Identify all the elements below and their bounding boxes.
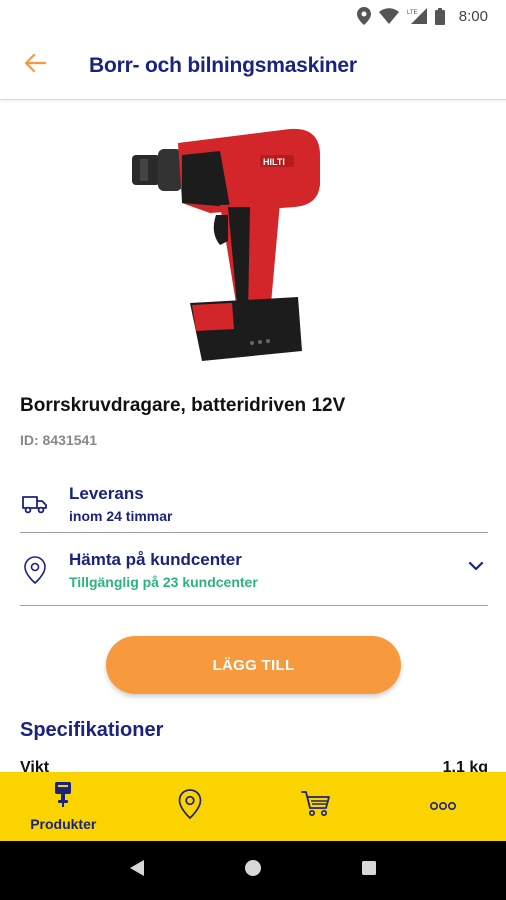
nav-item-cart[interactable] bbox=[253, 772, 380, 841]
pickup-title: Hämta på kundcenter bbox=[69, 549, 242, 569]
battery-icon bbox=[434, 7, 445, 25]
nav-item-locations[interactable] bbox=[127, 772, 254, 841]
pickup-availability: Tillgänglig på 23 kundcenter bbox=[69, 573, 258, 590]
spec-value: 1.1 kg bbox=[442, 759, 488, 772]
location-pin-icon bbox=[178, 789, 202, 824]
nav-label-products: Produkter bbox=[30, 816, 97, 832]
svg-text:HILTI: HILTI bbox=[263, 157, 285, 167]
delivery-title: Leverans bbox=[69, 483, 144, 503]
wifi-icon bbox=[378, 8, 399, 24]
delivery-subtitle: inom 24 timmar bbox=[69, 507, 173, 524]
spec-label: Vikt bbox=[20, 759, 50, 772]
arrow-left-icon bbox=[24, 53, 47, 77]
bottom-nav: Produkter bbox=[0, 772, 506, 841]
svg-text:LTE: LTE bbox=[407, 10, 418, 16]
spec-row: Vikt 1.1 kg bbox=[20, 759, 488, 772]
product-id: ID: 8431541 bbox=[20, 432, 98, 448]
truck-icon bbox=[20, 489, 50, 519]
system-nav-bar bbox=[0, 841, 506, 900]
specifications-heading: Specifikationer bbox=[20, 719, 164, 741]
drill-icon bbox=[52, 781, 74, 812]
cart-icon bbox=[301, 790, 331, 823]
app-bar: Borr- och bilningsmaskiner bbox=[0, 32, 506, 100]
pickup-info[interactable]: Hämta på kundcenter Tillgänglig på 23 ku… bbox=[20, 534, 488, 606]
location-pin-icon bbox=[20, 555, 50, 585]
back-button[interactable] bbox=[0, 32, 70, 100]
signal-icon: LTE bbox=[407, 8, 427, 24]
add-to-cart-button[interactable]: LÄGG TILL bbox=[106, 636, 401, 694]
recents-square-icon[interactable] bbox=[361, 860, 377, 881]
clock: 8:00 bbox=[458, 7, 488, 25]
back-triangle-icon[interactable] bbox=[129, 859, 145, 882]
chevron-down-icon[interactable] bbox=[468, 558, 484, 576]
product-detail: HILTI Borrskruvdragare, batteridriven 12… bbox=[0, 101, 506, 772]
product-name: Borrskruvdragare, batteridriven 12V bbox=[20, 395, 346, 416]
nav-item-more[interactable] bbox=[380, 772, 506, 841]
location-icon bbox=[356, 7, 371, 25]
delivery-info: Leverans inom 24 timmar bbox=[20, 475, 488, 533]
status-bar: LTE 8:00 bbox=[0, 0, 506, 32]
product-image: HILTI bbox=[120, 115, 320, 375]
home-circle-icon[interactable] bbox=[244, 859, 262, 882]
page-title: Borr- och bilningsmaskiner bbox=[89, 53, 357, 77]
nav-item-products[interactable]: Produkter bbox=[0, 772, 127, 841]
more-icon bbox=[429, 798, 457, 816]
